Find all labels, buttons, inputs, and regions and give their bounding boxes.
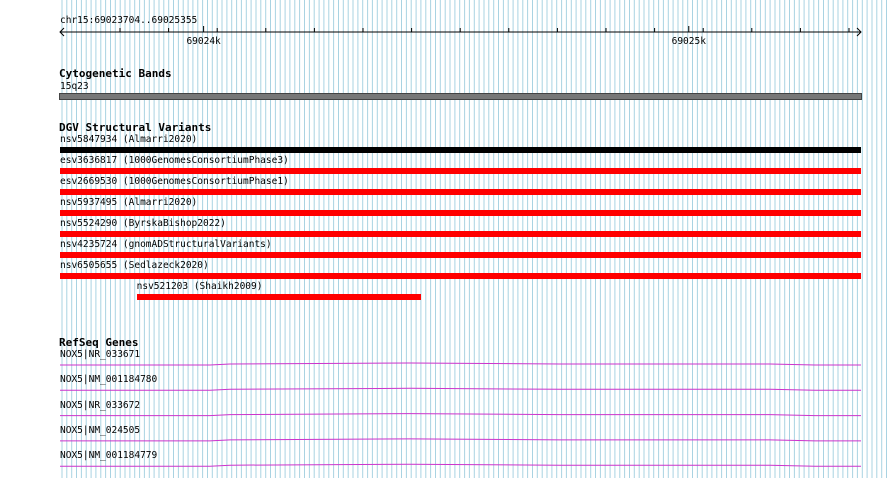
gene-model-line [60,463,861,467]
gene-model-line [60,413,861,417]
gene-label: NOX5|NR_033671 [60,349,141,360]
gene-label: NOX5|NM_024505 [60,424,141,436]
gene-model-line [60,362,861,366]
gene-label: NOX5|NM_001184780 [60,374,158,386]
gene-model-line [60,438,861,442]
gene-model-line [60,387,861,391]
gene-label: NOX5|NR_033672 [60,399,141,411]
gene-label: NOX5|NM_001184779 [60,450,158,462]
